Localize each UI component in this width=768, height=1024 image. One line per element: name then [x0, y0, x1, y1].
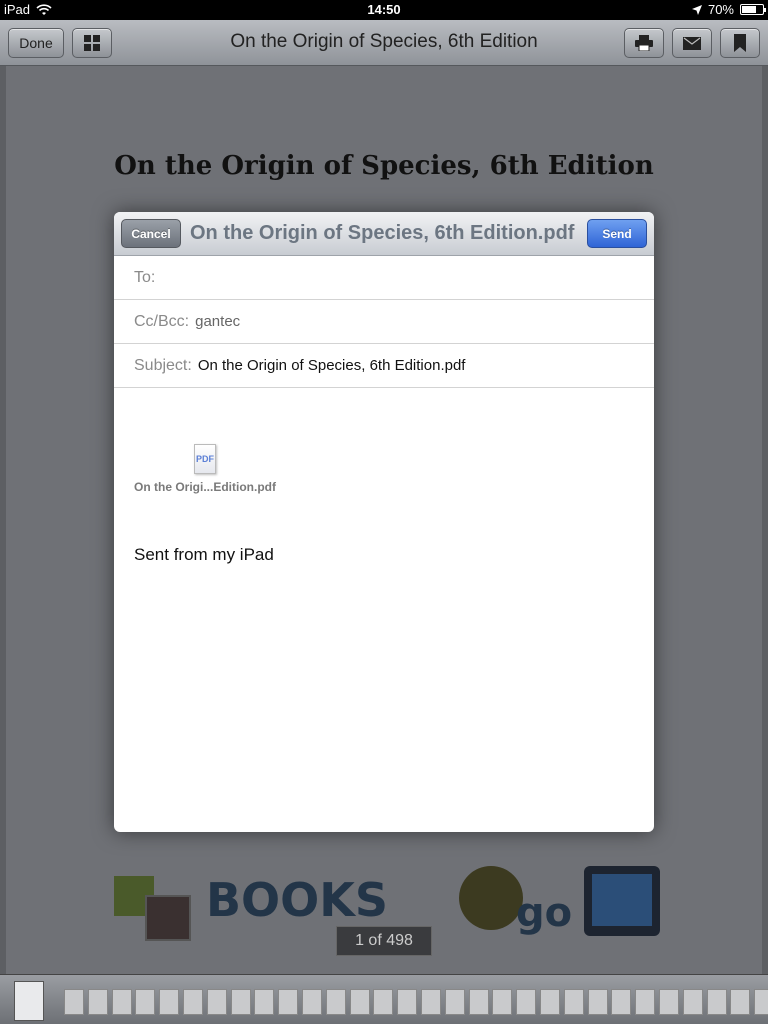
page-thumbnail[interactable] — [587, 989, 608, 1015]
svg-text:BOOKS: BOOKS — [206, 873, 388, 927]
subject-label: Subject: — [134, 356, 192, 374]
page-thumbnail[interactable] — [254, 989, 275, 1015]
page-thumbnail[interactable] — [325, 989, 346, 1015]
page-thumbnail[interactable] — [111, 989, 132, 1015]
page-thumbnail[interactable] — [706, 989, 727, 1015]
page-thumbnail[interactable] — [373, 989, 394, 1015]
page-thumbnail[interactable] — [730, 989, 751, 1015]
to-label: To: — [134, 268, 156, 286]
to-field[interactable]: To: — [114, 256, 654, 300]
status-bar: iPad 14:50 70% — [0, 0, 768, 20]
page-thumbnail[interactable] — [183, 989, 203, 1015]
page-indicator: 1 of 498 — [336, 926, 432, 956]
page-thumbnail[interactable] — [230, 989, 251, 1015]
compose-title: On the Origin of Species, 6th Edition.pd… — [190, 222, 575, 244]
send-button[interactable]: Send — [587, 219, 647, 248]
compose-nav-bar: Cancel On the Origin of Species, 6th Edi… — [114, 212, 654, 256]
page-thumbnail[interactable] — [278, 989, 299, 1015]
cc-bcc-input[interactable]: gantec — [195, 313, 240, 330]
bookmark-button[interactable] — [720, 28, 760, 58]
cc-bcc-field[interactable]: Cc/Bcc: gantec — [114, 300, 654, 344]
cancel-button[interactable]: Cancel — [121, 219, 181, 248]
print-icon — [635, 35, 653, 51]
cc-bcc-label: Cc/Bcc: — [134, 312, 190, 330]
page-thumbnail[interactable] — [563, 989, 584, 1015]
svg-text:go: go — [516, 890, 572, 936]
subject-field[interactable]: Subject: On the Origin of Species, 6th E… — [114, 344, 654, 388]
page-thumbnail[interactable] — [635, 989, 656, 1015]
clock: 14:50 — [367, 2, 401, 17]
page-thumbnail[interactable] — [444, 989, 465, 1015]
mail-button[interactable] — [672, 28, 712, 58]
page-thumbnail[interactable] — [397, 989, 418, 1015]
battery-fill — [742, 6, 756, 13]
battery-percent: 70% — [707, 2, 734, 17]
reader-toolbar: Done On the Origin of Species, 6th Editi… — [0, 20, 768, 66]
page-thumbnail[interactable] — [611, 989, 632, 1015]
page-thumbnail[interactable] — [516, 989, 537, 1015]
page-thumbnail[interactable] — [682, 989, 703, 1015]
mail-compose-sheet: Cancel On the Origin of Species, 6th Edi… — [114, 212, 654, 832]
page-thumbnail[interactable] — [421, 989, 441, 1015]
page-heading: On the Origin of Species, 6th Edition — [114, 151, 654, 181]
page-thumbnail[interactable] — [349, 989, 370, 1015]
page-thumbnail[interactable] — [87, 989, 108, 1015]
attachment-name: On the Origi...Edition.pdf — [134, 480, 276, 494]
page-thumbnail[interactable] — [302, 989, 322, 1015]
page-thumbnail[interactable] — [468, 989, 489, 1015]
page-thumbnail[interactable] — [159, 989, 180, 1015]
page-thumbnail[interactable] — [754, 989, 768, 1015]
subject-input[interactable]: On the Origin of Species, 6th Edition.pd… — [198, 357, 466, 374]
page-thumbnail[interactable] — [206, 989, 227, 1015]
print-button[interactable] — [624, 28, 664, 58]
page-thumbnail[interactable] — [492, 989, 513, 1015]
page-thumbnail[interactable] — [135, 989, 156, 1015]
mail-icon — [683, 36, 701, 50]
battery-icon — [740, 4, 766, 15]
pdf-file-icon: PDF — [194, 444, 216, 474]
thumbnail-current-page[interactable] — [14, 981, 44, 1021]
email-signature[interactable]: Sent from my iPad — [134, 545, 274, 565]
page-thumbnail[interactable] — [540, 989, 560, 1015]
page-thumbnail[interactable] — [64, 989, 84, 1015]
page-thumbnail-strip[interactable] — [0, 974, 768, 1024]
location-arrow-icon — [691, 4, 702, 15]
page-thumbnail[interactable] — [659, 989, 679, 1015]
bookmark-icon — [734, 34, 746, 52]
